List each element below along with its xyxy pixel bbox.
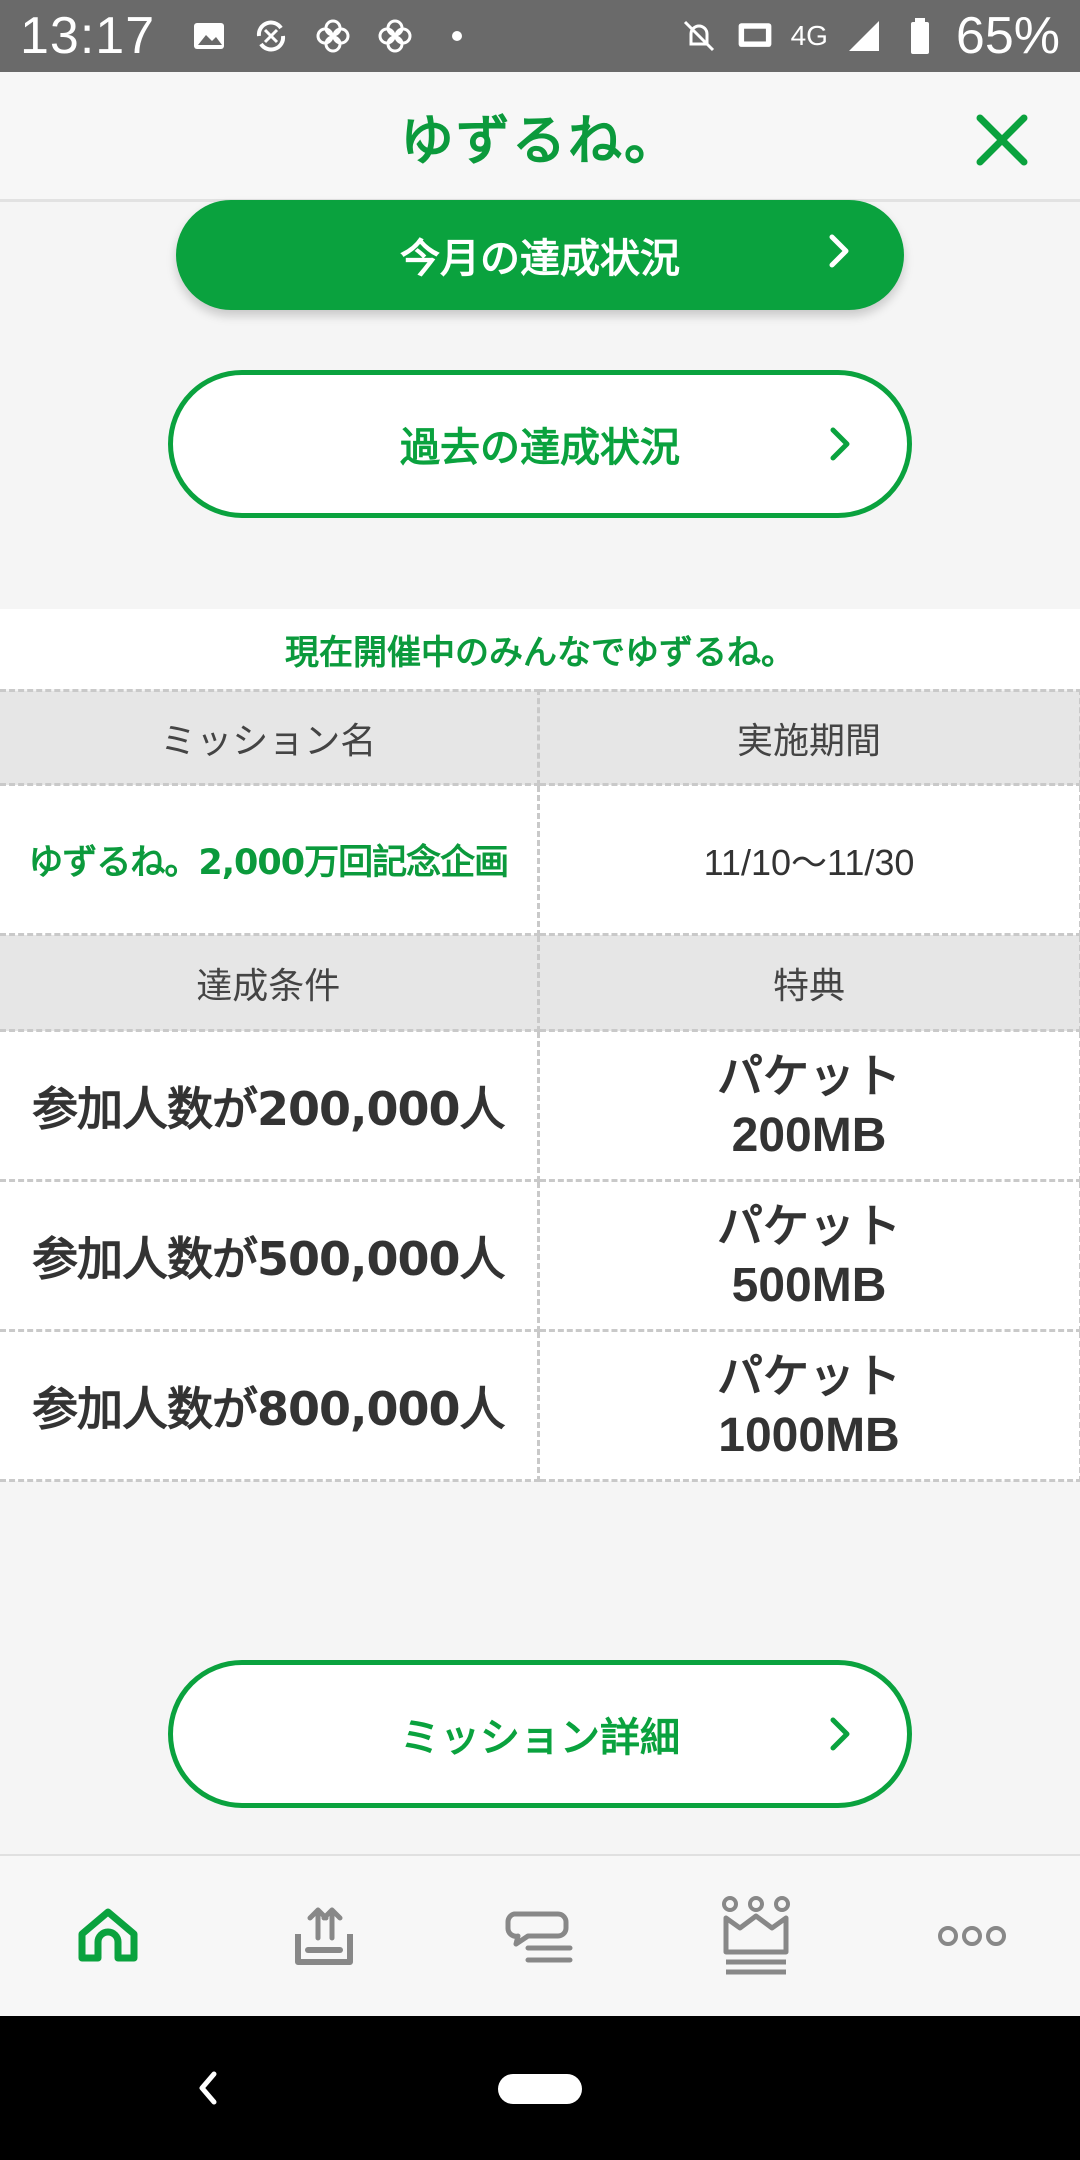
- battery-percent: 65%: [955, 7, 1060, 65]
- condition-cell: 参加人数が200,000人: [0, 1029, 540, 1182]
- signal-icon: [844, 16, 884, 56]
- pinwheel-icon: [313, 16, 353, 56]
- mute-icon: [679, 16, 719, 56]
- condition-cell: 参加人数が800,000人: [0, 1329, 540, 1482]
- app-header: ゆずるね。: [0, 72, 1080, 202]
- mission-name-header: ミッション名: [0, 689, 540, 786]
- mission-name-link[interactable]: ゆずるね。2,000万回記念企画: [0, 783, 540, 936]
- chat-icon: [505, 1911, 573, 1963]
- table-row: 参加人数が200,000人 パケット 200MB: [0, 1029, 1080, 1182]
- back-icon: [199, 2071, 217, 2105]
- home-icon: [78, 1908, 138, 1962]
- nav-more[interactable]: [912, 1876, 1032, 1996]
- system-back-button[interactable]: [190, 2064, 224, 2112]
- sync-icon: [251, 16, 291, 56]
- table-row: 参加人数が800,000人 パケット 1000MB: [0, 1329, 1080, 1482]
- nav-ranking[interactable]: [696, 1876, 816, 1996]
- reward-amount: 500MB: [731, 1258, 887, 1312]
- mission-row: ゆずるね。2,000万回記念企画 11/10〜11/30: [0, 783, 1080, 936]
- status-right: 4G 65%: [679, 6, 1060, 66]
- system-nav-bar: [0, 2016, 1080, 2160]
- more-icon: [938, 1926, 1006, 1946]
- close-icon: [976, 114, 1028, 166]
- period-header: 実施期間: [536, 689, 1080, 786]
- network-type: 4G: [790, 20, 828, 51]
- status-time: 13:17: [20, 7, 156, 65]
- past-status-button[interactable]: 過去の達成状況: [168, 370, 912, 518]
- reward-cell: パケット 200MB: [536, 1029, 1080, 1182]
- current-month-status-label: 今月の達成状況: [400, 236, 680, 282]
- status-bar: 13:17 4G 65%: [0, 0, 1080, 72]
- current-month-status-button[interactable]: 今月の達成状況: [176, 200, 904, 310]
- reward-type: パケット: [717, 1348, 901, 1403]
- upload-tray-icon: [295, 1907, 353, 1965]
- mission-period: 11/10〜11/30: [536, 783, 1080, 936]
- reward-amount: 1000MB: [718, 1408, 900, 1462]
- mission-detail-button[interactable]: ミッション詳細: [168, 1660, 912, 1808]
- nav-home[interactable]: [48, 1876, 168, 1996]
- reward-type: パケット: [717, 1198, 901, 1253]
- system-home-pill[interactable]: [498, 2074, 582, 2104]
- table-row: 参加人数が500,000人 パケット 500MB: [0, 1179, 1080, 1332]
- reward-cell: パケット 1000MB: [536, 1329, 1080, 1482]
- bottom-nav: [0, 1854, 1080, 2016]
- section-caption: 現在開催中のみんなでゆずるね。: [0, 609, 1080, 689]
- close-button[interactable]: [970, 108, 1034, 172]
- condition-header: 達成条件: [0, 933, 540, 1032]
- nav-upload[interactable]: [264, 1876, 384, 1996]
- image-icon: [189, 16, 229, 56]
- cast-icon: [735, 16, 775, 56]
- chevron-right-icon: [830, 1717, 850, 1751]
- mission-table: ミッション名 実施期間 ゆずるね。2,000万回記念企画 11/10〜11/30…: [0, 689, 1080, 1482]
- chevron-right-icon: [829, 234, 849, 268]
- reward-type: パケット: [717, 1048, 901, 1103]
- chevron-right-icon: [830, 427, 850, 461]
- page-title: ゆずるね。: [400, 109, 680, 172]
- pinwheel-icon: [375, 16, 415, 56]
- reward-header: 特典: [536, 933, 1080, 1032]
- battery-icon: [900, 16, 940, 56]
- mission-detail-label: ミッション詳細: [400, 1715, 680, 1761]
- crown-icon: [722, 1896, 790, 1975]
- notification-icons: [189, 16, 477, 56]
- dot-icon: [437, 16, 477, 56]
- table-header-row: ミッション名 実施期間: [0, 689, 1080, 786]
- reward-amount: 200MB: [731, 1108, 887, 1162]
- table-header-row: 達成条件 特典: [0, 933, 1080, 1032]
- nav-chat[interactable]: [480, 1876, 600, 1996]
- past-status-label: 過去の達成状況: [400, 425, 680, 471]
- reward-cell: パケット 500MB: [536, 1179, 1080, 1332]
- condition-cell: 参加人数が500,000人: [0, 1179, 540, 1332]
